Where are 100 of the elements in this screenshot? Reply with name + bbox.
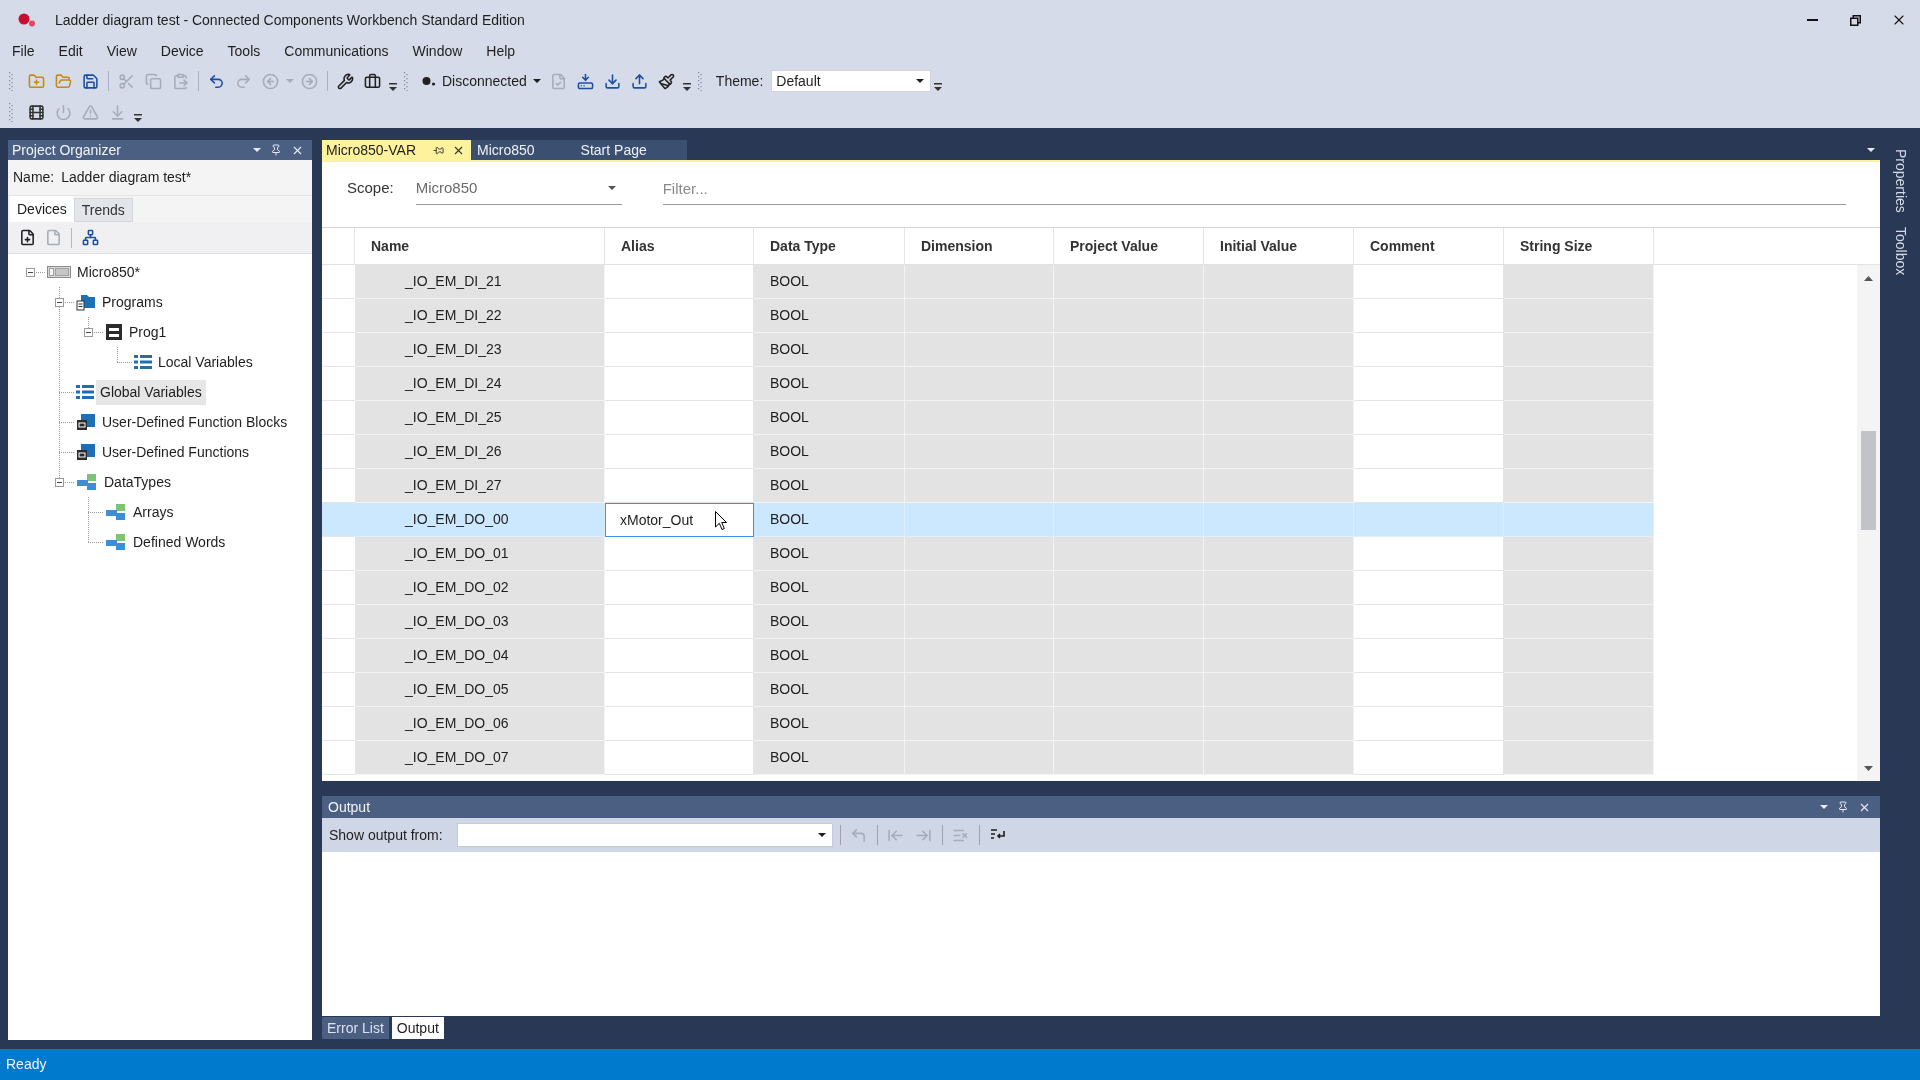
panel-tab[interactable]: Error List [322,1017,389,1039]
grip-icon[interactable] [404,71,408,91]
caret-icon[interactable] [1867,148,1875,152]
scrollbar-thumb[interactable] [1861,431,1876,530]
tree-item[interactable]: User-Defined Function Blocks [98,409,292,435]
caret-icon [607,186,616,190]
column-header[interactable]: Name [371,235,410,257]
column-header[interactable]: Data Type [770,235,836,257]
grip-icon[interactable] [9,102,13,122]
file-plus-icon[interactable] [18,229,36,246]
side-tab[interactable]: Toolbox [1887,226,1913,276]
overflow-icon[interactable] [682,83,691,91]
table-cell: BOOL [754,367,905,401]
caret-icon [916,79,925,83]
block-icon [105,323,123,341]
menu-item[interactable]: View [94,40,149,62]
tree-item[interactable]: DataTypes [100,469,175,495]
table-cell: BOOL [754,435,905,469]
tree-item[interactable]: Micro850* [73,259,145,285]
scroll-up-icon[interactable] [1864,276,1873,281]
restore-icon[interactable] [1850,14,1861,26]
tree-item[interactable]: Programs [98,289,167,315]
tiles-icon [76,443,96,461]
menu-item[interactable]: Tools [215,40,273,62]
save-icon[interactable] [82,72,99,90]
caret-icon[interactable] [1820,805,1828,809]
table-cell: _IO_EM_DI_25 [355,401,605,435]
overflow-icon[interactable] [389,83,397,91]
scroll-down-icon[interactable] [1864,766,1873,771]
table-cell: BOOL [754,401,905,435]
menu-item[interactable]: Device [148,40,216,62]
menu-item[interactable]: Edit [46,40,95,62]
connection-button[interactable]: Disconnected [418,69,545,93]
table-cell: _IO_EM_DO_06 [355,707,605,741]
film-icon[interactable] [28,103,45,121]
column-header[interactable]: Initial Value [1220,235,1298,257]
menu-item[interactable]: Window [400,40,475,62]
panel-tab[interactable]: Devices [10,196,74,222]
alias-input[interactable]: xMotor_Out [605,503,754,537]
tree-item[interactable]: Defined Words [129,529,230,555]
document-tab[interactable]: Micro850-VAR [322,140,471,160]
paintbrush-icon[interactable] [657,72,675,90]
table-cell: BOOL [754,537,905,571]
folder-open-icon[interactable] [55,72,72,90]
table-cell: _IO_EM_DI_23 [355,333,605,367]
menu-item[interactable]: Communications [272,40,401,62]
tree-item[interactable]: User-Defined Functions [98,439,254,465]
output-source-dropdown[interactable] [456,823,833,847]
drive-download-icon[interactable] [576,72,594,90]
grip-icon[interactable] [9,71,13,91]
scope-label: Scope: [347,178,394,199]
caret-icon [532,79,541,83]
pin-icon[interactable] [433,144,444,156]
list-icon [76,384,94,400]
theme-dropdown[interactable]: Default [771,70,932,92]
document-tab[interactable]: Start Page [574,140,687,160]
column-header[interactable]: String Size [1520,235,1593,257]
folder-plus-icon[interactable] [28,72,45,90]
upload-icon[interactable] [630,72,648,90]
output-source-label: Show output from: [329,825,443,845]
wrench-icon[interactable] [337,72,354,90]
collapse-icon[interactable] [55,477,64,487]
table-cell: _IO_EM_DI_26 [355,435,605,469]
grip-icon[interactable] [697,71,702,91]
download-icon[interactable] [603,72,621,90]
collapse-icon[interactable] [26,267,35,277]
column-header[interactable]: Alias [621,235,655,257]
folder-icon [76,293,96,311]
table-cell: BOOL [754,469,905,503]
briefcase-icon[interactable] [364,72,381,90]
table-cell: BOOL [754,639,905,673]
tree-item[interactable]: Global Variables [96,379,206,405]
side-tab[interactable]: Properties [1887,149,1913,213]
wrap-text-icon[interactable] [989,828,1006,842]
column-header[interactable]: Project Value [1070,235,1158,257]
blocks-icon [105,503,127,521]
collapse-icon[interactable] [84,327,93,337]
pin-icon[interactable] [270,144,282,156]
scope-dropdown[interactable]: Micro850 [415,172,622,205]
status-text: Ready [6,1055,47,1074]
tree-item[interactable]: Prog1 [125,319,171,345]
tree-item[interactable]: Local Variables [154,349,257,375]
column-header[interactable]: Dimension [921,235,993,257]
pin-icon[interactable] [1837,801,1849,813]
menu-item[interactable]: Help [474,40,528,62]
menu-item[interactable]: File [0,40,47,62]
document-tab[interactable]: Micro850 [471,140,575,160]
table-cell: BOOL [754,265,905,299]
column-header[interactable]: Comment [1370,235,1435,257]
tree-item[interactable]: Arrays [129,499,178,525]
caret-icon[interactable] [253,148,261,152]
network-icon[interactable] [81,229,99,246]
undo-icon[interactable] [208,72,225,90]
panel-tab[interactable]: Trends [73,198,133,222]
overflow-icon[interactable] [934,83,943,91]
overflow-icon[interactable] [134,114,142,122]
panel-tab[interactable]: Output [391,1017,444,1039]
collapse-icon[interactable] [55,297,64,307]
panel-title: Output [328,797,371,817]
table-cell: _IO_EM_DO_01 [355,537,605,571]
